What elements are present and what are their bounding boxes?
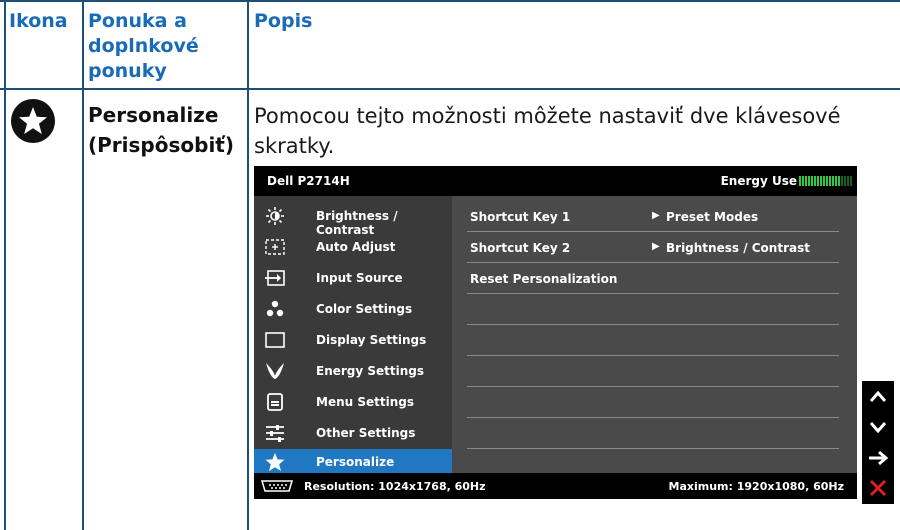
menu-settings-icon [264,392,286,412]
table-header-divider [0,88,900,90]
submenu-label: Reset Personalization [470,272,618,286]
energy-segment [820,176,822,186]
submenu-reset-personalization[interactable]: Reset Personalization [467,263,839,294]
display-settings-icon [264,330,286,350]
brightness-icon [264,206,286,226]
header-ponuka-line1: Ponuka a [88,10,187,32]
energy-segment [802,176,804,186]
triangle-right-icon: ▶ [652,210,660,221]
down-button[interactable] [862,411,894,443]
submenu-empty-row [467,387,839,418]
energy-segment [808,176,810,186]
star-icon [11,99,55,143]
osd-submenu: Shortcut Key 1 ▶ Preset Modes Shortcut K… [452,196,857,473]
osd-header: Dell P2714H Energy Use [254,166,857,196]
exit-button[interactable] [862,472,894,504]
chevron-up-icon [869,390,887,402]
color-settings-icon [264,299,286,319]
energy-use-label: Energy Use [720,174,797,188]
menu-label: Input Source [316,271,403,285]
energy-settings-icon [264,361,286,381]
energy-segment [805,176,807,186]
submenu-empty-row [467,418,839,449]
menu-item-energy-settings[interactable]: Energy Settings [254,356,452,387]
menu-item-auto-adjust[interactable]: Auto Adjust [254,232,452,263]
header-ikona: Ikona [9,10,68,32]
up-button[interactable] [862,381,894,413]
resolution-text: Resolution: 1024x1768, 60Hz [304,480,486,493]
energy-segment [814,176,816,186]
menu-name-line2: (Prispôsobiť) [88,133,234,157]
arrow-right-icon [869,450,889,466]
menu-label: Color Settings [316,302,413,316]
auto-adjust-icon [264,237,286,257]
vga-connector-icon [260,480,294,492]
header-ponuka-line2: doplnkové [88,35,199,57]
menu-label: Other Settings [316,426,416,440]
header-popis: Popis [254,10,313,32]
col-divider-3 [247,0,249,530]
energy-segment [829,176,831,186]
energy-segment [835,176,837,186]
osd-footer: Resolution: 1024x1768, 60Hz Maximum: 192… [254,473,857,499]
energy-meter [799,176,852,186]
menu-item-display-settings[interactable]: Display Settings [254,325,452,356]
other-settings-icon [264,423,286,443]
star-icon [264,452,286,472]
menu-item-color-settings[interactable]: Color Settings [254,294,452,325]
energy-segment [826,176,828,186]
description-line1: Pomocou tejto možnosti môžete nastaviť d… [254,104,841,128]
menu-item-brightness-contrast[interactable]: Brightness / Contrast [254,201,452,237]
submenu-empty-row [467,356,839,387]
menu-label: Display Settings [316,333,427,347]
submenu-shortcut-key-1[interactable]: Shortcut Key 1 ▶ Preset Modes [467,201,839,232]
submenu-empty-row [467,325,839,356]
submenu-shortcut-key-2[interactable]: Shortcut Key 2 ▶ Brightness / Contrast [467,232,839,263]
energy-segment [823,176,825,186]
header-ponuka-line3: ponuky [88,60,167,82]
chevron-down-icon [869,422,887,434]
menu-label: Personalize [316,455,395,469]
osd-title: Dell P2714H [267,174,350,188]
menu-item-other-settings[interactable]: Other Settings [254,418,452,449]
energy-segment [832,176,834,186]
energy-segment [811,176,813,186]
description-line2: skratky. [254,134,335,158]
energy-segment [817,176,819,186]
menu-item-personalize[interactable]: Personalize [254,449,452,476]
submenu-empty-row [467,294,839,325]
input-source-icon [264,268,286,288]
energy-segment [838,176,840,186]
energy-segment [850,176,852,186]
submenu-value: Preset Modes [666,210,759,224]
maximum-resolution-text: Maximum: 1920x1080, 60Hz [668,480,844,493]
submenu-label: Shortcut Key 1 [470,210,571,224]
col-divider-1 [4,0,6,530]
menu-label: Menu Settings [316,395,414,409]
table-top-border [0,0,900,2]
menu-item-input-source[interactable]: Input Source [254,263,452,294]
close-icon [869,479,887,497]
energy-segment [799,176,801,186]
submenu-label: Shortcut Key 2 [470,241,571,255]
menu-label: Auto Adjust [316,240,396,254]
energy-segment [844,176,846,186]
energy-segment [847,176,849,186]
menu-name-line1: Personalize [88,103,219,127]
enter-button[interactable] [862,442,894,474]
triangle-right-icon: ▶ [652,241,660,252]
menu-label: Energy Settings [316,364,425,378]
osd-menu: Dell P2714H Energy Use Brightness / Cont… [254,166,857,499]
col-divider-2 [82,0,84,530]
menu-item-menu-settings[interactable]: Menu Settings [254,387,452,418]
osd-main-menu: Brightness / Contrast Auto Adjust Input … [254,196,452,476]
energy-segment [841,176,843,186]
submenu-value: Brightness / Contrast [666,241,810,255]
